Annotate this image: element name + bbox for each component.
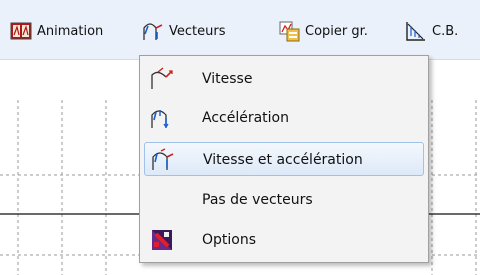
menu-item-vitesse-acceleration[interactable]: Vitesse et accélération (144, 142, 424, 176)
vectors-icon (142, 20, 164, 42)
copier-label: Copier gr. (305, 23, 368, 39)
menu-item-label: Pas de vecteurs (202, 192, 313, 208)
vecteurs-button[interactable]: Vecteurs (142, 18, 225, 44)
film-strip-icon (10, 20, 32, 42)
menu-item-label: Options (202, 232, 257, 248)
menu-item-pas-de-vecteurs[interactable]: Pas de vecteurs (144, 183, 424, 217)
animation-button[interactable]: Animation (10, 18, 103, 44)
menu-item-vitesse[interactable]: Vitesse (144, 62, 424, 96)
cb-button[interactable]: C.B. (405, 18, 458, 44)
options-icon (150, 228, 174, 252)
toolbar: Animation Vecteurs Copier gr. C.B. (0, 0, 480, 60)
copier-graph-button[interactable]: Copier gr. (278, 18, 368, 44)
velocity-acceleration-icon (151, 148, 175, 172)
cb-label: C.B. (432, 23, 459, 39)
menu-item-options[interactable]: Options (144, 223, 424, 257)
menu-item-acceleration[interactable]: Accélération (144, 101, 424, 135)
vecteurs-label: Vecteurs (169, 23, 226, 39)
copy-graph-icon (278, 20, 300, 42)
acceleration-vector-icon (150, 106, 174, 130)
menu-item-label: Vitesse (202, 71, 253, 87)
vecteurs-dropdown-menu: Vitesse Accélération Vitesse et accéléra (139, 55, 429, 263)
menu-item-label: Accélération (202, 110, 289, 126)
menu-item-label: Vitesse et accélération (203, 152, 363, 168)
cb-tool-icon (405, 20, 427, 42)
velocity-vector-icon (150, 67, 174, 91)
animation-label: Animation (37, 23, 104, 39)
